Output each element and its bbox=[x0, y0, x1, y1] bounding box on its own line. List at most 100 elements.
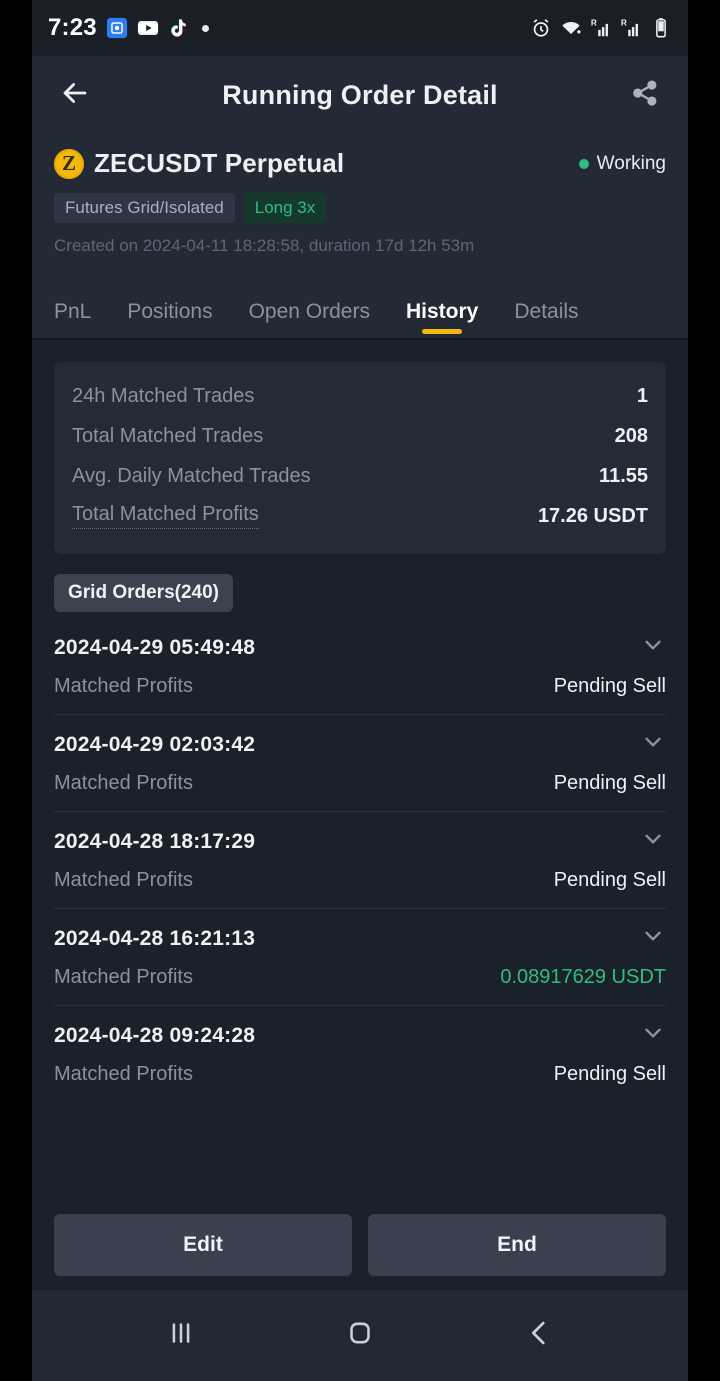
stat-label-tooltip[interactable]: Total Matched Profits bbox=[72, 503, 259, 529]
svg-text:R: R bbox=[591, 18, 597, 27]
status-bar: 7:23 R R bbox=[32, 0, 688, 56]
recents-icon bbox=[164, 1316, 198, 1355]
tab-bar: PnL Positions Open Orders History Detail… bbox=[32, 278, 688, 340]
end-button[interactable]: End bbox=[368, 1214, 666, 1276]
history-list: 2024-04-29 05:49:48 Matched Profits Pend… bbox=[32, 618, 688, 1102]
list-item-time: 2024-04-28 16:21:13 bbox=[54, 926, 256, 950]
phone-screen: 7:23 R R Running Order Detail Z ZECUSDT … bbox=[32, 0, 688, 1381]
chip-futures-grid-isolated: Futures Grid/Isolated bbox=[54, 193, 235, 223]
tab-history[interactable]: History bbox=[406, 300, 478, 338]
list-item-time: 2024-04-29 02:03:42 bbox=[54, 732, 256, 756]
svg-text:R: R bbox=[621, 18, 627, 27]
signal-roaming-2-icon: R bbox=[620, 17, 642, 39]
list-item-header: 2024-04-29 05:49:48 bbox=[54, 632, 666, 663]
stat-label: 24h Matched Trades bbox=[72, 384, 255, 407]
status-label: Working bbox=[596, 152, 666, 174]
tab-open-orders[interactable]: Open Orders bbox=[249, 300, 370, 338]
signal-roaming-1-icon: R bbox=[590, 17, 612, 39]
dot-indicator-icon bbox=[201, 24, 209, 32]
list-item-key: Matched Profits bbox=[54, 1063, 193, 1085]
tiktok-icon bbox=[168, 17, 190, 39]
list-item-time: 2024-04-28 09:24:28 bbox=[54, 1023, 256, 1047]
list-item[interactable]: 2024-04-28 09:24:28 Matched Profits Pend… bbox=[54, 1006, 666, 1102]
stat-value: 1 bbox=[636, 384, 648, 407]
list-item[interactable]: 2024-04-28 18:17:29 Matched Profits Pend… bbox=[54, 812, 666, 909]
list-item-detail: Matched Profits Pending Sell bbox=[54, 675, 666, 698]
list-item-detail: Matched Profits Pending Sell bbox=[54, 772, 666, 795]
back-button[interactable] bbox=[54, 74, 96, 116]
list-item-key: Matched Profits bbox=[54, 772, 193, 794]
history-panel: 24h Matched Trades 1 Total Matched Trade… bbox=[32, 340, 688, 1290]
list-item-time: 2024-04-29 05:49:48 bbox=[54, 635, 256, 659]
list-item-header: 2024-04-28 09:24:28 bbox=[54, 1020, 666, 1051]
app-bar: Running Order Detail bbox=[32, 56, 688, 134]
list-item-detail: Matched Profits 0.08917629 USDT bbox=[54, 966, 666, 989]
chevron-down-icon[interactable] bbox=[640, 826, 666, 857]
status-dot-icon bbox=[578, 158, 589, 169]
list-item-detail: Matched Profits Pending Sell bbox=[54, 869, 666, 892]
chevron-down-icon[interactable] bbox=[640, 1020, 666, 1051]
list-item-detail: Matched Profits Pending Sell bbox=[54, 1063, 666, 1086]
order-header: Z ZECUSDT Perpetual Working Futures Grid… bbox=[32, 134, 688, 278]
action-bar: Edit End bbox=[32, 1204, 688, 1290]
list-item[interactable]: 2024-04-29 05:49:48 Matched Profits Pend… bbox=[54, 618, 666, 715]
home-icon bbox=[343, 1316, 377, 1355]
stat-row: Avg. Daily Matched Trades 11.55 bbox=[72, 456, 648, 496]
list-item-value: Pending Sell bbox=[553, 772, 666, 794]
order-created-text: Created on 2024-04-11 18:28:58, duration… bbox=[54, 236, 475, 255]
tab-positions[interactable]: Positions bbox=[127, 300, 212, 338]
stat-row: Total Matched Profits 17.26 USDT bbox=[72, 496, 648, 536]
recents-button[interactable] bbox=[146, 1301, 216, 1371]
stat-value: 208 bbox=[614, 424, 648, 447]
nav-back-icon bbox=[522, 1316, 556, 1355]
list-item-value: 0.08917629 USDT bbox=[500, 966, 666, 988]
stat-value: 17.26 USDT bbox=[537, 504, 648, 527]
list-item-value: Pending Sell bbox=[553, 869, 666, 891]
list-item-time: 2024-04-28 18:17:29 bbox=[54, 829, 256, 853]
stat-row: Total Matched Trades 208 bbox=[72, 416, 648, 456]
list-item-header: 2024-04-28 18:17:29 bbox=[54, 826, 666, 857]
screenshot-icon bbox=[106, 17, 128, 39]
list-item-value: Pending Sell bbox=[553, 1063, 666, 1085]
home-button[interactable] bbox=[325, 1301, 395, 1371]
status-bar-right: R R bbox=[530, 17, 672, 39]
android-navigation-bar bbox=[32, 1290, 688, 1381]
back-arrow-icon bbox=[58, 76, 92, 115]
list-item-header: 2024-04-28 16:21:13 bbox=[54, 923, 666, 954]
order-title-row: Z ZECUSDT Perpetual Working bbox=[54, 148, 666, 179]
status-bar-clock: 7:23 bbox=[48, 14, 97, 41]
nav-back-button[interactable] bbox=[504, 1301, 574, 1371]
share-icon bbox=[630, 78, 660, 113]
zec-coin-icon: Z bbox=[54, 148, 84, 179]
chevron-down-icon[interactable] bbox=[640, 923, 666, 954]
battery-icon bbox=[650, 17, 672, 39]
grid-orders-filter: Grid Orders(240) bbox=[32, 554, 688, 618]
order-chips: Futures Grid/Isolated Long 3x bbox=[54, 193, 666, 223]
tab-details[interactable]: Details bbox=[514, 300, 578, 338]
share-button[interactable] bbox=[624, 74, 666, 116]
page-title: Running Order Detail bbox=[222, 79, 498, 110]
list-item[interactable]: 2024-04-28 16:21:13 Matched Profits 0.08… bbox=[54, 909, 666, 1006]
stat-row: 24h Matched Trades 1 bbox=[72, 376, 648, 416]
list-item-key: Matched Profits bbox=[54, 869, 193, 891]
stat-label: Total Matched Trades bbox=[72, 424, 264, 447]
grid-orders-chip[interactable]: Grid Orders(240) bbox=[54, 574, 233, 612]
list-item-header: 2024-04-29 02:03:42 bbox=[54, 729, 666, 760]
alarm-icon bbox=[530, 17, 552, 39]
list-item-key: Matched Profits bbox=[54, 675, 193, 697]
list-item[interactable]: 2024-04-29 02:03:42 Matched Profits Pend… bbox=[54, 715, 666, 812]
stat-label: Avg. Daily Matched Trades bbox=[72, 464, 311, 487]
list-item-value: Pending Sell bbox=[553, 675, 666, 697]
status-badge: Working bbox=[578, 152, 666, 175]
status-bar-left: 7:23 bbox=[48, 14, 209, 42]
list-item-key: Matched Profits bbox=[54, 966, 193, 988]
wifi-icon bbox=[560, 17, 582, 39]
stats-card: 24h Matched Trades 1 Total Matched Trade… bbox=[54, 362, 666, 554]
chevron-down-icon[interactable] bbox=[640, 632, 666, 663]
chevron-down-icon[interactable] bbox=[640, 729, 666, 760]
stat-value: 11.55 bbox=[599, 464, 648, 487]
order-pair-name: ZECUSDT Perpetual bbox=[94, 148, 345, 178]
chip-long-leverage: Long 3x bbox=[243, 193, 327, 223]
edit-button[interactable]: Edit bbox=[54, 1214, 352, 1276]
tab-pnl[interactable]: PnL bbox=[54, 300, 91, 338]
